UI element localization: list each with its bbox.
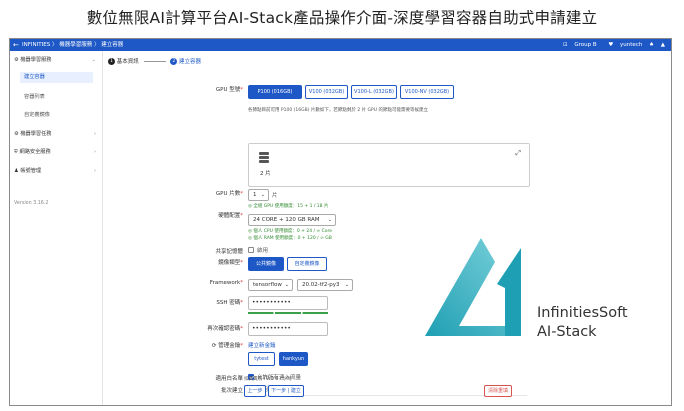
whitelist-label: 適用白名單 (215, 376, 243, 382)
sidebar-item-ml-service[interactable]: ⚙ 機器學習服務 ⌄ (14, 55, 100, 65)
framework-version-select[interactable]: 20.02-tf2-py3 ⌄ (297, 279, 353, 291)
sidebar-item-container-list[interactable]: 容器列表 (24, 92, 45, 103)
page-caption: 數位無限AI計算平台AI-Stack產品操作介面-深度學習容器自助式申請建立 (86, 9, 598, 27)
bell-icon[interactable]: ♠ (649, 42, 654, 48)
chevron-down-icon: ⌄ (260, 192, 265, 198)
ram-quota: ◎ 個人 RAM 使用額度：0 + 120 / ∞ GB (248, 236, 332, 241)
logo-text-product: AI-Stack (537, 324, 597, 340)
key-option-tytest[interactable]: tytest (248, 352, 275, 366)
confirm-password-label: 再次確認密碼* (207, 326, 243, 332)
password-strength-bar (248, 312, 328, 314)
framework-label: Framework* (209, 280, 243, 286)
prev-button[interactable]: 上一步 (244, 385, 266, 397)
breadcrumb: INFINITIES 〉 機器學習服務 〉 建立容器 (22, 42, 124, 48)
group-badge[interactable]: ⊡ Group B (558, 42, 597, 48)
image-public-button[interactable]: 公共鏡像 (248, 257, 284, 271)
ssh-password-input[interactable]: ••••••••••• (248, 296, 328, 310)
gpu-quota: ◎ 全組 GPU 使用額度：15 + 1 / 18 片 (248, 204, 329, 209)
user-menu[interactable]: ♥ yuntech (603, 42, 642, 48)
expand-icon[interactable]: ⤢ (515, 149, 521, 158)
user-icon[interactable]: ▲ (661, 42, 665, 48)
gpu-count-unit: 片 (272, 193, 278, 199)
pin-icon: ♥ (608, 42, 616, 48)
gpu-option-v100-l[interactable]: V100-L (032GB) (351, 85, 397, 99)
gpu-option-v100[interactable]: V100 (032GB) (305, 85, 348, 99)
gpu-count-label: GPU 片數* (215, 191, 243, 197)
chevron-down-icon: ⌄ (284, 282, 289, 288)
checkbox-icon (248, 246, 254, 253)
sidebar: ⚙ 機器學習服務 ⌄ 建立容器 容器列表 自定義鏡像 ⚙ 機器學習任務 › ⛨ 網路… (10, 51, 103, 405)
logo-text-company: InfinitiesSoft (537, 305, 628, 321)
sidebar-item-network-security[interactable]: ⛨ 網路安全服務 › (14, 147, 100, 157)
confirm-password-input[interactable]: ••••••••••• (248, 322, 328, 336)
ai-stack-logo-mark (425, 238, 521, 336)
gpu-option-v100-nv[interactable]: V100-NV (032GB) (400, 85, 454, 99)
step-one-label: 基本資訊 (116, 59, 139, 65)
server-icon (259, 152, 269, 163)
stepper: 1 基本資訊 2 建立容器 (108, 57, 201, 65)
app-window: ← INFINITIES 〉 機器學習服務 〉 建立容器 ⊡ Group B ♥… (9, 38, 672, 406)
gpu-availability-note: 各節點目前可用 P100 (16GB) 片數如下，若節點剩於 2 片 GPU 的… (248, 108, 428, 113)
hardware-config-select[interactable]: 24 CORE + 120 GB RAM ⌄ (248, 214, 336, 226)
clear-button[interactable]: 清除重填 (484, 385, 512, 397)
back-arrow-icon[interactable]: ← (13, 39, 19, 51)
chevron-right-icon: › (93, 149, 96, 155)
chevron-right-icon: › (93, 131, 96, 137)
chevron-right-icon: › (93, 168, 96, 174)
shared-memory-label: 共享記憶體 (215, 249, 243, 255)
node-card: 2 片 ⤢ (248, 143, 530, 187)
sidebar-item-create-container[interactable]: 建立容器 (20, 72, 93, 83)
image-custom-button[interactable]: 自定義鏡像 (287, 257, 327, 271)
next-create-button[interactable]: 下一步 | 建立 (268, 385, 304, 397)
step-two-label: 建立容器 (179, 59, 202, 65)
chevron-down-icon: ⌄ (91, 57, 96, 63)
cpu-quota: ◎ 個人 CPU 使用額度：0 + 24 / ∞ Core (248, 229, 333, 234)
shared-memory-checkbox[interactable]: 啟用 (248, 246, 268, 254)
step-divider (143, 61, 166, 62)
cost-text: 扣費費用 TWD 0 / 小時 (244, 377, 292, 382)
gpu-count-select[interactable]: 1 ⌄ (248, 189, 269, 201)
node-gpu-count: 2 片 (260, 171, 271, 177)
ssh-password-label: SSH 密碼* (216, 300, 243, 306)
hardware-config-label: 硬體配置* (218, 213, 243, 219)
step-one-marker: 1 (108, 58, 115, 65)
top-bar: ← INFINITIES 〉 機器學習服務 〉 建立容器 ⊡ Group B ♥… (10, 39, 671, 51)
key-option-hankyun[interactable]: hankyun (279, 352, 308, 366)
sidebar-item-ml-tasks[interactable]: ⚙ 機器學習任務 › (14, 129, 100, 139)
gpu-type-label: GPU 型號* (215, 87, 243, 93)
batch-create-label: 批次建立 (220, 388, 243, 394)
sidebar-item-account[interactable]: ♟ 帳號管理 › (14, 166, 100, 176)
framework-select[interactable]: tensorflow ⌄ (248, 279, 293, 291)
chevron-down-icon: ⌄ (344, 282, 349, 288)
step-two-marker: 2 (170, 58, 178, 65)
logo-i-shape (497, 248, 521, 336)
chevron-down-icon: ⌄ (327, 217, 332, 223)
version-text: Version 3.16.2 (14, 201, 49, 206)
gpu-option-p100[interactable]: P100 (016GB) (248, 85, 302, 99)
manage-key-label: ⟳ 管理金鑰* (211, 343, 243, 349)
sidebar-item-custom-image[interactable]: 自定義鏡像 (24, 110, 50, 121)
image-type-label: 鏡像類型* (218, 260, 243, 266)
create-key-link[interactable]: 建立新金鑰 (248, 341, 276, 349)
group-icon: ⊡ (562, 42, 570, 48)
